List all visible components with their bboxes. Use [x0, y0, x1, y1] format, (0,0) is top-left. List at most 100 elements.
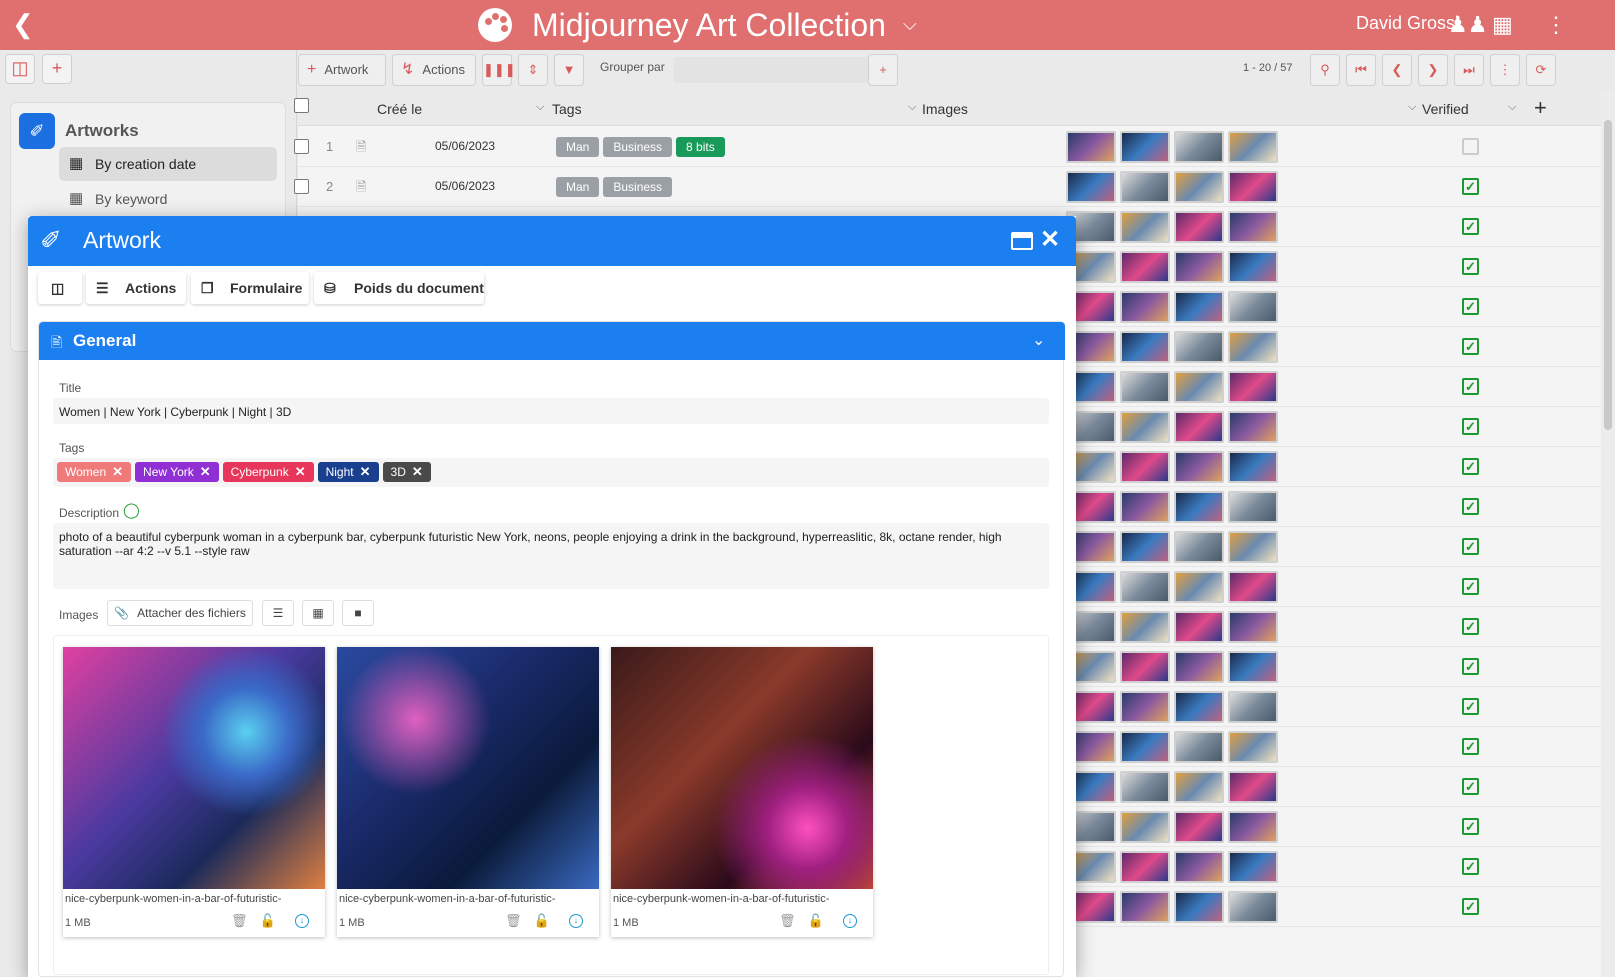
search-icon[interactable]: ⚲: [1310, 54, 1340, 86]
image-thumbnail[interactable]: [1120, 491, 1170, 523]
verified-checkbox[interactable]: ✓: [1462, 298, 1479, 315]
sidebar-item-by-keyword[interactable]: ▦ By keyword: [59, 182, 277, 216]
filter-icon[interactable]: ▼: [554, 54, 584, 86]
unlock-icon[interactable]: 🔓: [534, 913, 562, 928]
image-thumbnail[interactable]: [1120, 731, 1170, 763]
row-checkbox[interactable]: [294, 179, 309, 194]
image-thumbnail[interactable]: [1228, 291, 1278, 323]
image-thumbnail[interactable]: [1174, 451, 1224, 483]
sidebar-item-by-creation-date[interactable]: ▦ By creation date: [59, 147, 277, 181]
document-icon[interactable]: 🗎: [356, 138, 366, 160]
tag-chip[interactable]: New York ✕: [135, 462, 219, 482]
image-thumbnail[interactable]: [1120, 171, 1170, 203]
image-thumbnail[interactable]: [1228, 211, 1278, 243]
image-thumbnail[interactable]: [1066, 131, 1116, 163]
verified-checkbox[interactable]: ✓: [1462, 658, 1479, 675]
image-thumbnail[interactable]: [1228, 331, 1278, 363]
trash-icon[interactable]: 🗑: [231, 913, 260, 928]
image-thumbnail[interactable]: [1174, 291, 1224, 323]
image-thumbnail[interactable]: [1174, 691, 1224, 723]
image-thumbnail[interactable]: [1120, 291, 1170, 323]
image-thumbnail[interactable]: [1228, 451, 1278, 483]
chevron-down-icon[interactable]: ⌵: [536, 101, 544, 114]
trash-icon[interactable]: 🗑: [505, 913, 534, 928]
image-thumbnail[interactable]: [1174, 811, 1224, 843]
toggle-panel-button[interactable]: ◫: [38, 272, 82, 304]
prev-page-icon[interactable]: ❮: [1382, 54, 1412, 86]
image-thumbnail[interactable]: [1228, 611, 1278, 643]
image-thumbnail[interactable]: [1174, 371, 1224, 403]
image-thumbnail[interactable]: [1120, 131, 1170, 163]
column-verified[interactable]: Verified: [1422, 101, 1469, 117]
unlock-icon[interactable]: 🔓: [260, 913, 288, 928]
image-thumbnail[interactable]: [1174, 651, 1224, 683]
image-thumbnail[interactable]: [1228, 891, 1278, 923]
artwork-image[interactable]: [337, 647, 599, 889]
image-thumbnail[interactable]: [1174, 131, 1224, 163]
image-thumbnail[interactable]: [1174, 211, 1224, 243]
verified-checkbox[interactable]: ✓: [1462, 578, 1479, 595]
image-thumbnail[interactable]: [1228, 411, 1278, 443]
table-row[interactable]: 1 🗎 05/06/2023 Man Business 8 bits: [294, 127, 1615, 167]
image-thumbnail[interactable]: [1174, 851, 1224, 883]
image-thumbnail[interactable]: [1228, 691, 1278, 723]
first-page-icon[interactable]: ⏮: [1346, 54, 1376, 86]
scrollbar-thumb[interactable]: [1604, 120, 1612, 430]
trash-icon[interactable]: 🗑: [779, 913, 808, 928]
next-page-icon[interactable]: ❯: [1418, 54, 1448, 86]
tag-chip[interactable]: 3D ✕: [382, 462, 431, 482]
verified-checkbox[interactable]: ✓: [1462, 378, 1479, 395]
last-page-icon[interactable]: ⏭: [1454, 54, 1484, 86]
verified-checkbox[interactable]: ✓: [1462, 898, 1479, 915]
image-thumbnail[interactable]: [1120, 211, 1170, 243]
image-thumbnail[interactable]: [1174, 771, 1224, 803]
image-thumbnail[interactable]: [1228, 171, 1278, 203]
image-thumbnail[interactable]: [1120, 251, 1170, 283]
verified-checkbox[interactable]: ✓: [1462, 498, 1479, 515]
user-name[interactable]: David Grossi: [1356, 13, 1459, 34]
image-card[interactable]: nice-cyberpunk-women-in-a-bar-of-futuris…: [337, 647, 599, 937]
image-thumbnail[interactable]: [1120, 691, 1170, 723]
remove-tag-icon[interactable]: ✕: [200, 464, 211, 479]
large-view-icon[interactable]: ■: [342, 600, 374, 626]
users-icon[interactable]: ♟♟: [1448, 12, 1487, 38]
image-thumbnail[interactable]: [1228, 491, 1278, 523]
image-thumbnail[interactable]: [1120, 891, 1170, 923]
remove-tag-icon[interactable]: ✕: [360, 464, 371, 479]
chevron-down-icon[interactable]: ⌵: [1408, 101, 1416, 114]
verified-checkbox[interactable]: ✓: [1462, 178, 1479, 195]
verified-checkbox[interactable]: ✓: [1462, 258, 1479, 275]
column-tags[interactable]: Tags: [552, 101, 582, 117]
verified-checkbox[interactable]: ✓: [1462, 418, 1479, 435]
remove-tag-icon[interactable]: ✕: [295, 464, 306, 479]
image-thumbnail[interactable]: [1174, 251, 1224, 283]
image-thumbnail[interactable]: [1174, 411, 1224, 443]
add-artwork-button[interactable]: + Artwork: [298, 54, 386, 86]
image-thumbnail[interactable]: [1228, 651, 1278, 683]
verified-checkbox[interactable]: [1462, 138, 1479, 155]
title-field[interactable]: Women | New York | Cyberpunk | Night | 3…: [53, 398, 1049, 424]
chevron-down-icon[interactable]: ⌵: [1508, 101, 1516, 114]
add-icon[interactable]: +: [42, 54, 72, 84]
remove-tag-icon[interactable]: ✕: [412, 464, 423, 479]
table-row[interactable]: 2 🗎 05/06/2023 Man Business ✓: [294, 167, 1615, 207]
tags-field[interactable]: Women ✕ New York ✕ Cyberpunk ✕ Night ✕ 3D ✕: [53, 458, 1049, 487]
verified-checkbox[interactable]: ✓: [1462, 218, 1479, 235]
artwork-image[interactable]: [611, 647, 873, 889]
image-thumbnail[interactable]: [1066, 171, 1116, 203]
lightbulb-icon[interactable]: ◯: [123, 501, 140, 519]
list-view-icon[interactable]: ☰: [262, 600, 294, 626]
select-all-checkbox[interactable]: [294, 98, 309, 113]
chevron-down-icon[interactable]: ⌄: [1032, 330, 1045, 350]
image-card[interactable]: nice-cyberpunk-women-in-a-bar-of-futuris…: [63, 647, 325, 937]
image-thumbnail[interactable]: [1228, 251, 1278, 283]
image-thumbnail[interactable]: [1174, 571, 1224, 603]
image-thumbnail[interactable]: [1120, 851, 1170, 883]
image-thumbnail[interactable]: [1120, 771, 1170, 803]
document-icon[interactable]: 🗎: [356, 178, 366, 200]
row-checkbox[interactable]: [294, 139, 309, 154]
image-thumbnail[interactable]: [1228, 131, 1278, 163]
image-card[interactable]: nice-cyberpunk-women-in-a-bar-of-futuris…: [611, 647, 873, 937]
more-vertical-icon[interactable]: ⋮: [1545, 12, 1567, 38]
image-thumbnail[interactable]: [1174, 331, 1224, 363]
